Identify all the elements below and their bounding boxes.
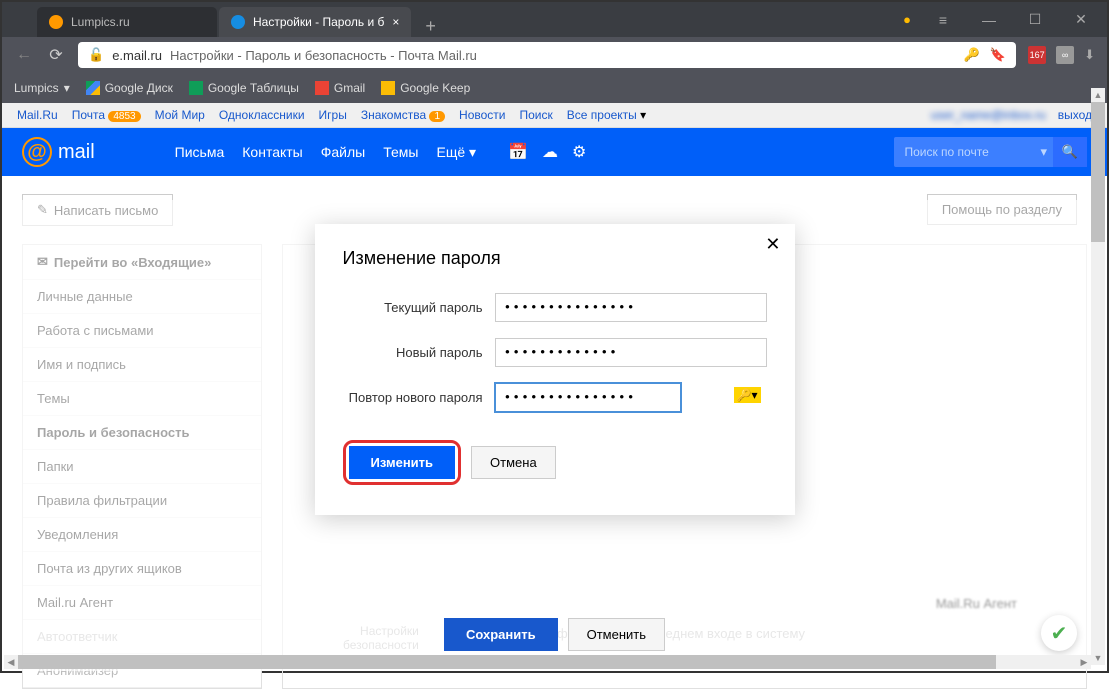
- key-icon[interactable]: 🔑: [964, 47, 980, 63]
- chevron-down-icon[interactable]: ▾: [1034, 144, 1053, 160]
- topnav-mailru[interactable]: Mail.Ru: [17, 108, 58, 122]
- nav-eshe[interactable]: Ещё ▾: [436, 144, 476, 161]
- nav-faily[interactable]: Файлы: [321, 144, 365, 161]
- count-badge: 1: [429, 111, 445, 122]
- back-button[interactable]: ←: [14, 46, 34, 64]
- change-password-modal: ✕ Изменение пароля Текущий пароль Новый …: [315, 224, 795, 515]
- scroll-down-icon[interactable]: ▼: [1091, 651, 1105, 665]
- minimize-icon[interactable]: —: [975, 12, 1003, 28]
- new-password-input[interactable]: [495, 338, 767, 367]
- repeat-password-input[interactable]: [495, 383, 681, 412]
- header-nav: Письма Контакты Файлы Темы Ещё ▾: [175, 144, 476, 161]
- repeat-password-label: Повтор нового пароля: [343, 390, 483, 405]
- bookmark-lumpics[interactable]: Lumpics ▾: [14, 81, 70, 95]
- bookmark-gmail[interactable]: Gmail: [315, 81, 365, 95]
- scroll-up-icon[interactable]: ▲: [1091, 88, 1105, 102]
- cancel-button[interactable]: Отмена: [471, 446, 556, 479]
- cloud-icon[interactable]: ☁: [542, 142, 558, 162]
- calendar-icon[interactable]: 📅: [508, 142, 528, 162]
- close-icon[interactable]: ✕: [1067, 11, 1095, 28]
- bookmark-gkeep[interactable]: Google Keep: [381, 81, 470, 95]
- topnav-poisk[interactable]: Поиск: [520, 108, 553, 122]
- tutorial-highlight: Изменить: [343, 440, 462, 485]
- chevron-down-icon: ▾: [469, 144, 476, 160]
- gmail-icon: [315, 81, 329, 95]
- extension-icon[interactable]: ∞: [1056, 46, 1074, 64]
- bookmark-icon[interactable]: 🔖: [990, 47, 1006, 63]
- url-field[interactable]: 🔓 e.mail.ru Настройки - Пароль и безопас…: [78, 42, 1016, 68]
- nav-temy[interactable]: Темы: [383, 144, 418, 161]
- mail-count-badge: 4853: [108, 111, 140, 122]
- vertical-scrollbar[interactable]: ▲ ▼: [1091, 102, 1105, 651]
- scroll-thumb[interactable]: [1091, 102, 1105, 242]
- bookmark-gsheets[interactable]: Google Таблицы: [189, 81, 299, 95]
- topnav-vse[interactable]: Все проекты ▾: [567, 108, 646, 122]
- tab-title: Lumpics.ru: [71, 15, 130, 29]
- bookmark-gdrive[interactable]: Google Диск: [86, 81, 173, 95]
- topnav-igry[interactable]: Игры: [319, 108, 347, 122]
- current-password-label: Текущий пароль: [343, 300, 483, 315]
- mail-header: @ mail Письма Контакты Файлы Темы Ещё ▾ …: [2, 128, 1107, 176]
- current-password-input[interactable]: [495, 293, 767, 322]
- chevron-down-icon: ▾: [64, 81, 70, 95]
- address-bar: ← ⟳ 🔓 e.mail.ru Настройки - Пароль и без…: [2, 37, 1107, 73]
- favicon-icon: [231, 15, 245, 29]
- download-icon[interactable]: ⬇: [1084, 47, 1095, 63]
- submit-button[interactable]: Изменить: [349, 446, 456, 479]
- nav-pisma[interactable]: Письма: [175, 144, 225, 161]
- new-password-label: Новый пароль: [343, 345, 483, 360]
- url-title: Настройки - Пароль и безопасность - Почт…: [170, 48, 477, 63]
- logout-link[interactable]: выход: [1058, 108, 1092, 122]
- topnav-znakomstva[interactable]: Знакомства 1: [361, 108, 445, 122]
- modal-title: Изменение пароля: [343, 248, 767, 269]
- scroll-thumb[interactable]: [18, 655, 996, 669]
- browser-tab-active[interactable]: Настройки - Пароль и б ×: [219, 7, 411, 37]
- search-button[interactable]: 🔍: [1053, 137, 1087, 167]
- new-tab-button[interactable]: +: [413, 16, 448, 37]
- adguard-icon[interactable]: ✔: [1041, 615, 1077, 651]
- page-actions: Сохранить Отменить: [2, 618, 1107, 651]
- window-controls: ● ≡ — ☐ ✕: [891, 2, 1107, 37]
- bookmarks-bar: Lumpics ▾ Google Диск Google Таблицы Gma…: [2, 73, 1107, 103]
- at-icon: @: [22, 137, 52, 167]
- search-input[interactable]: [894, 145, 1034, 159]
- favicon-icon: [49, 15, 63, 29]
- reload-button[interactable]: ⟳: [46, 45, 66, 65]
- nav-kontakty[interactable]: Контакты: [242, 144, 302, 161]
- modal-close-icon[interactable]: ✕: [765, 234, 780, 255]
- agent-link[interactable]: Mail.Ru Агент: [936, 596, 1017, 611]
- scroll-right-icon[interactable]: ▶: [1077, 655, 1091, 669]
- maximize-icon[interactable]: ☐: [1021, 11, 1049, 28]
- horizontal-scrollbar[interactable]: ◀ ▶: [4, 655, 1091, 669]
- search-icon: 🔍: [1062, 144, 1078, 160]
- chevron-down-icon: ▾: [640, 108, 646, 122]
- scroll-left-icon[interactable]: ◀: [4, 655, 18, 669]
- gkeep-icon: [381, 81, 395, 95]
- extension-icon[interactable]: 167: [1028, 46, 1046, 64]
- extension-indicator-icon: ●: [903, 12, 911, 27]
- url-domain: e.mail.ru: [112, 48, 162, 63]
- tab-close-icon[interactable]: ×: [392, 15, 399, 29]
- lock-icon: 🔓: [88, 47, 104, 63]
- gear-icon[interactable]: ⚙: [572, 142, 586, 162]
- menu-icon[interactable]: ≡: [929, 12, 957, 28]
- search-box: ▾ 🔍: [894, 137, 1087, 167]
- tab-title: Настройки - Пароль и б: [253, 15, 384, 29]
- topnav-pochta[interactable]: Почта 4853: [72, 108, 141, 122]
- topnav-moimir[interactable]: Мой Мир: [155, 108, 205, 122]
- gdrive-icon: [86, 81, 100, 95]
- browser-tab[interactable]: Lumpics.ru: [37, 7, 217, 37]
- mail-logo[interactable]: @ mail: [22, 137, 95, 167]
- topnav-novosti[interactable]: Новости: [459, 108, 505, 122]
- page-save-button[interactable]: Сохранить: [444, 618, 558, 651]
- page-cancel-button[interactable]: Отменить: [568, 618, 665, 651]
- browser-tab-strip: Lumpics.ru Настройки - Пароль и б × + ● …: [2, 2, 1107, 37]
- user-email[interactable]: user_name@inbox.ru: [931, 108, 1046, 122]
- password-manager-icon[interactable]: 🔑▾: [734, 387, 761, 403]
- topnav-odnoklassniki[interactable]: Одноклассники: [219, 108, 305, 122]
- portal-topnav: Mail.Ru Почта 4853 Мой Мир Одноклассники…: [2, 103, 1107, 128]
- gsheets-icon: [189, 81, 203, 95]
